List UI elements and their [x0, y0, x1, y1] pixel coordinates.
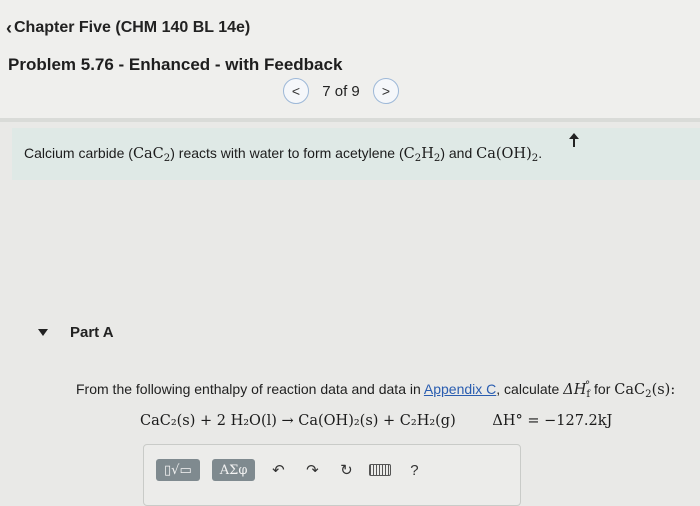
answer-input-area[interactable]: ▯√▭ ΑΣφ ↶ ↷ ↻ ?: [143, 444, 521, 506]
question-text-part: for: [590, 380, 615, 397]
chevron-left-icon: ‹: [6, 18, 12, 38]
pager: < 7 of 9 >: [283, 78, 399, 104]
back-to-chapter-link[interactable]: ‹ Chapter Five (CHM 140 BL 14e): [6, 19, 250, 37]
intro-text-part: .: [538, 145, 543, 161]
formula-caoh2: Ca(OH)2: [476, 146, 539, 164]
problem-title: Problem 5.76 - Enhanced - with Feedback: [8, 55, 343, 74]
header: ‹ Chapter Five (CHM 140 BL 14e) Problem …: [0, 0, 700, 118]
intro-text: Calcium carbide (CaC2) reacts with water…: [24, 145, 542, 164]
reaction-enthalpy: ΔH° = −127.2kJ: [492, 413, 613, 429]
pager-text: 7 of 9: [322, 82, 360, 100]
problem-intro: Calcium carbide (CaC2) reacts with water…: [12, 128, 700, 180]
enthalpy-symbol: ΔHf°: [563, 380, 591, 400]
part-label: Part A: [70, 324, 114, 341]
species-cac2: CaC2(s):: [614, 381, 676, 400]
intro-text-part: Calcium carbide (: [24, 145, 133, 161]
next-button[interactable]: >: [373, 78, 399, 104]
reaction-equation: CaC₂(s) + 2 H₂O(l) → Ca(OH)₂(s) + C₂H₂(g…: [140, 413, 612, 429]
mouse-cursor-icon: [569, 133, 579, 147]
previous-button[interactable]: <: [283, 78, 309, 104]
question-text-part: From the following enthalpy of reaction …: [76, 380, 424, 397]
question-text: From the following enthalpy of reaction …: [76, 380, 675, 400]
redo-icon[interactable]: ↷: [301, 459, 323, 481]
chevron-right-icon: >: [381, 83, 391, 99]
help-button[interactable]: ?: [403, 459, 425, 481]
keyboard-icon[interactable]: [369, 464, 392, 476]
part-a-toggle[interactable]: Part A: [38, 324, 114, 341]
math-toolbar: ▯√▭ ΑΣφ ↶ ↷ ↻ ?: [156, 459, 425, 481]
intro-text-part: ) reacts with water to form acetylene (: [170, 145, 404, 161]
templates-button[interactable]: ▯√▭: [156, 459, 200, 481]
formula-cac2: CaC2: [132, 146, 171, 164]
undo-icon[interactable]: ↶: [267, 459, 289, 481]
reset-icon[interactable]: ↻: [335, 459, 357, 481]
back-link-label: Chapter Five (CHM 140 BL 14e): [14, 19, 251, 36]
greek-symbols-button[interactable]: ΑΣφ: [211, 459, 256, 481]
formula-c2h2: C2H2: [403, 146, 441, 164]
chevron-left-icon: <: [291, 83, 301, 99]
reaction-text: CaC₂(s) + 2 H₂O(l) → Ca(OH)₂(s) + C₂H₂(g…: [140, 413, 456, 429]
divider: [0, 118, 700, 122]
question-text-part: , calculate: [496, 380, 564, 397]
appendix-c-link[interactable]: Appendix C: [424, 381, 496, 397]
caret-down-icon: [38, 329, 48, 336]
intro-text-part: ) and: [440, 145, 477, 161]
